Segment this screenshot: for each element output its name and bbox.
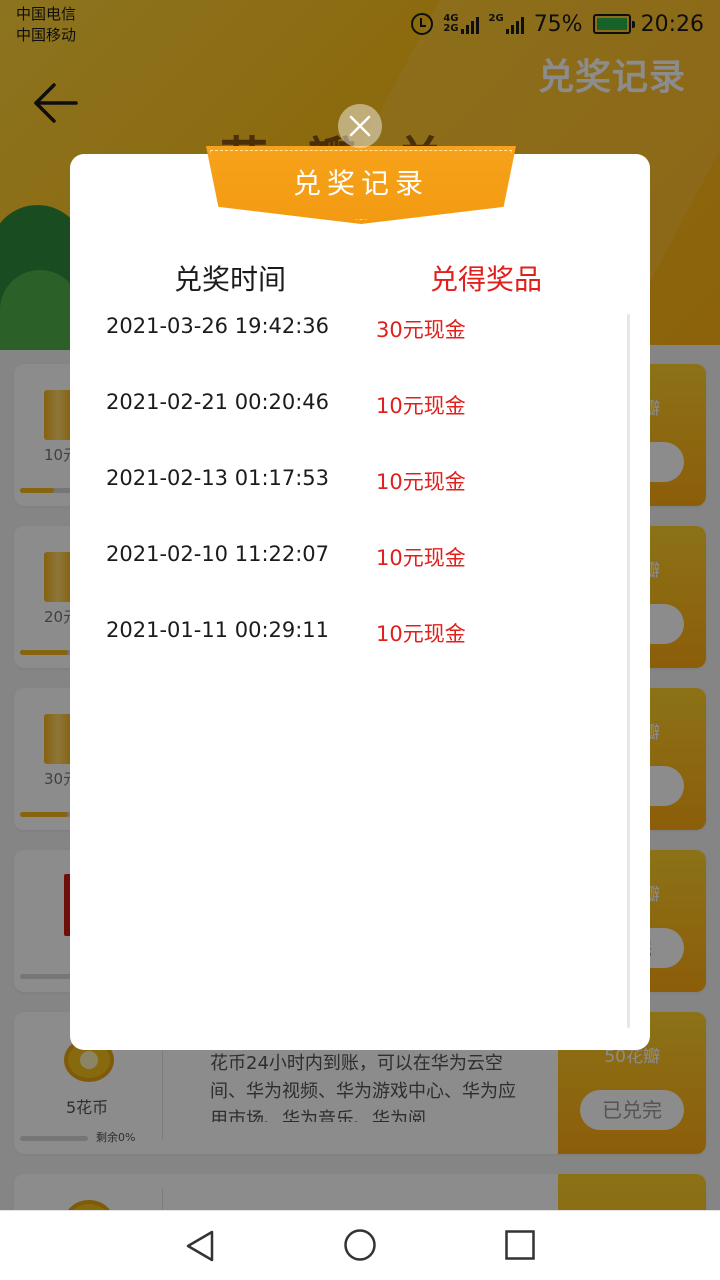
record-prize: 10元现金 [376,394,466,418]
list-scrollbar[interactable] [627,314,630,1028]
record-row: 2021-03-26 19:42:36 30元现金 [70,314,630,354]
column-header-time: 兑奖时间 [174,263,287,296]
record-time: 2021-02-10 11:22:07 [106,542,330,566]
record-prize: 10元现金 [376,622,466,646]
record-row: 2021-01-11 00:29:11 10元现金 [70,618,630,658]
record-time: 2021-03-26 19:42:36 [106,314,330,338]
record-row: 2021-02-13 01:17:53 10元现金 [70,466,630,506]
record-row: 2021-02-21 00:20:46 10元现金 [70,390,630,430]
square-recent-icon[interactable] [504,1229,536,1261]
record-prize: 30元现金 [376,318,466,342]
column-header-prize: 兑得奖品 [430,263,543,296]
record-prize: 10元现金 [376,470,466,494]
triangle-back-icon[interactable] [184,1229,216,1263]
system-nav-bar [0,1210,720,1280]
record-time: 2021-01-11 00:29:11 [106,618,330,642]
close-button[interactable] [338,104,382,148]
circle-home-icon[interactable] [343,1228,377,1262]
record-row: 2021-02-10 11:22:07 10元现金 [70,542,630,582]
record-time: 2021-02-13 01:17:53 [106,466,330,490]
redeem-records-dialog: 兑奖记录 兑奖时间 兑得奖品 2021-03-26 19:42:36 30元现金… [70,146,650,1050]
record-prize: 10元现金 [376,546,466,570]
close-icon [349,115,371,137]
dialog-title: 兑奖记录 [292,167,429,200]
record-time: 2021-02-21 00:20:46 [106,390,330,414]
app-screen: 花瓣兑奖 中国电信 中国移动 4G 2G 2G [0,0,720,1280]
